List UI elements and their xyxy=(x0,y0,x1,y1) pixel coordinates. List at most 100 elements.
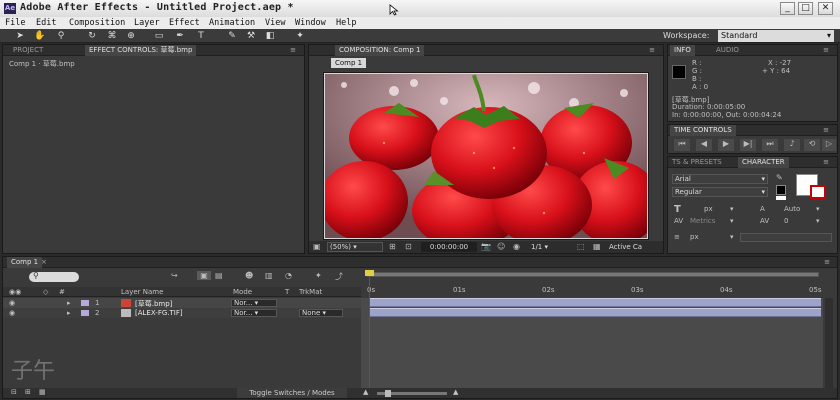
rectangle-tool-icon[interactable]: ▭ xyxy=(153,30,165,42)
menu-edit[interactable]: Edit xyxy=(36,17,56,29)
rotate-tool-icon[interactable]: ↻ xyxy=(86,30,98,42)
work-area-bar[interactable] xyxy=(367,272,819,277)
eye-icon[interactable]: ◉ xyxy=(9,309,15,317)
tab-project[interactable]: PROJECT xyxy=(9,45,47,56)
menu-animation[interactable]: Animation xyxy=(209,17,255,29)
time-menu-icon[interactable]: ≡ xyxy=(820,126,832,135)
play-icon[interactable]: ▶ xyxy=(718,139,734,151)
layer-row-1[interactable]: ◉ ▸ 1 [草莓.bmp] Nor... ▾ xyxy=(3,298,361,308)
kerning-value[interactable]: Metrics xyxy=(690,217,715,225)
zoom-slider-thumb[interactable] xyxy=(385,390,391,397)
comp-subtab[interactable]: Comp 1 xyxy=(331,58,367,68)
info-menu-icon[interactable]: ≡ xyxy=(820,46,832,55)
chevron-down-icon[interactable]: ▾ xyxy=(730,205,734,213)
stroke-width-unit[interactable]: px xyxy=(690,233,699,241)
draft-3d-icon[interactable]: ▤ xyxy=(215,271,223,280)
menu-layer[interactable]: Layer xyxy=(134,17,160,29)
tab-effects-presets[interactable]: TS & PRESETS xyxy=(668,157,726,168)
tab-time-controls[interactable]: TIME CONTROLS xyxy=(670,125,736,136)
chevron-down-icon[interactable]: ▾ xyxy=(730,217,734,225)
layer-name[interactable]: [ALEX-FG.TIF] xyxy=(135,309,183,317)
close-button[interactable]: ✕ xyxy=(818,2,833,15)
maximize-button[interactable]: □ xyxy=(798,2,813,15)
snapshot-icon[interactable]: 📷 xyxy=(481,242,491,251)
selection-tool-icon[interactable]: ➤ xyxy=(14,30,26,42)
pan-behind-tool-icon[interactable]: ⊕ xyxy=(125,30,137,42)
eraser-tool-icon[interactable]: ◧ xyxy=(264,30,276,42)
transfer-controls-icon[interactable]: ⊞ xyxy=(25,388,31,396)
stroke-color-swatch[interactable] xyxy=(810,185,826,199)
brush-tool-icon[interactable]: ✎ xyxy=(226,30,238,42)
fill-white-swatch[interactable] xyxy=(776,196,786,200)
panel-menu-icon[interactable]: ≡ xyxy=(287,46,299,55)
always-preview-icon[interactable]: ▣ xyxy=(313,242,321,251)
current-time-indicator[interactable] xyxy=(369,270,370,388)
zoom-out-icon[interactable]: ▲ xyxy=(363,388,368,396)
camera-tool-icon[interactable]: ⌘ xyxy=(106,30,118,42)
chevron-down-icon[interactable]: ▾ xyxy=(816,217,820,225)
layer-mode-select[interactable]: Nor... ▾ xyxy=(231,309,277,317)
eye-icon[interactable]: ◉ xyxy=(9,299,15,307)
stroke-black-swatch[interactable] xyxy=(776,185,786,195)
puppet-tool-icon[interactable]: ✦ xyxy=(294,30,306,42)
timeline-search-input[interactable]: ⚲ xyxy=(29,271,79,282)
last-frame-icon[interactable]: ⏭ xyxy=(762,139,778,151)
pen-tool-icon[interactable]: ✒ xyxy=(174,30,186,42)
hand-tool-icon[interactable]: ✋ xyxy=(34,30,46,42)
channel-icon[interactable]: ◉ xyxy=(513,242,520,251)
character-menu-icon[interactable]: ≡ xyxy=(820,158,832,167)
in-out-icon[interactable]: ▦ xyxy=(39,388,46,396)
menu-composition[interactable]: Composition xyxy=(69,17,125,29)
mask-icon[interactable]: ⊡ xyxy=(405,242,412,251)
trkmat-select[interactable]: None ▾ xyxy=(299,309,343,317)
hide-shy-icon[interactable]: ☻ xyxy=(245,271,253,280)
layer-mode-select[interactable]: Nor... ▾ xyxy=(231,299,277,307)
font-size-unit[interactable]: px xyxy=(704,205,713,213)
stroke-style-select[interactable] xyxy=(740,233,832,242)
menu-view[interactable]: View xyxy=(265,17,285,29)
close-tab-icon[interactable]: × xyxy=(41,258,47,266)
time-ruler[interactable]: 0s 01s 02s 03s 04s 05s xyxy=(361,270,823,298)
tab-audio[interactable]: AUDIO xyxy=(712,45,743,56)
clone-tool-icon[interactable]: ⚒ xyxy=(245,30,257,42)
loop-icon[interactable]: ⟲ xyxy=(804,139,820,151)
camera-select[interactable]: Active Ca xyxy=(609,242,663,252)
first-frame-icon[interactable]: ⏮ xyxy=(674,139,690,151)
audio-icon[interactable]: ♪ xyxy=(784,139,800,151)
tab-effect-controls[interactable]: EFFECT CONTROLS: 草莓.bmp xyxy=(85,45,197,56)
font-style-select[interactable]: Regular ▾ xyxy=(672,187,768,197)
label-color-swatch[interactable] xyxy=(81,310,89,316)
next-frame-icon[interactable]: ▶| xyxy=(740,139,756,151)
grid-icon[interactable]: ⊞ xyxy=(389,242,396,251)
menu-file[interactable]: File xyxy=(5,17,25,29)
motion-blur-icon[interactable]: ◔ xyxy=(285,271,292,280)
roi-icon[interactable]: ⬚ xyxy=(577,242,585,251)
minimize-button[interactable]: _ xyxy=(780,2,795,15)
expand-arrow-icon[interactable]: ▸ xyxy=(67,299,71,307)
timeline-vertical-scrollbar[interactable] xyxy=(825,298,833,388)
zoom-in-icon[interactable]: ▲ xyxy=(453,388,458,396)
menu-window[interactable]: Window xyxy=(295,17,326,29)
chevron-down-icon[interactable]: ▾ xyxy=(730,233,734,241)
tracking-value[interactable]: 0 xyxy=(784,217,788,225)
brainstorm-icon[interactable]: ✦ xyxy=(315,271,322,280)
eyedropper-icon[interactable]: ✎ xyxy=(776,173,783,182)
layer-2-duration-bar[interactable] xyxy=(369,308,821,317)
transparency-grid-icon[interactable]: ▦ xyxy=(593,242,601,251)
tab-character[interactable]: CHARACTER xyxy=(738,157,789,168)
comp-timecode[interactable]: 0:00:00:00 xyxy=(421,242,477,252)
comp-mini-flowchart-icon[interactable]: ↪ xyxy=(171,271,178,280)
font-family-select[interactable]: Arial ▾ xyxy=(672,174,768,184)
menu-effect[interactable]: Effect xyxy=(169,17,200,29)
comp-menu-icon[interactable]: ≡ xyxy=(646,46,658,55)
show-snapshot-icon[interactable]: ☺ xyxy=(497,242,505,251)
leading-value[interactable]: Auto xyxy=(784,205,800,213)
zoom-tool-icon[interactable]: ⚲ xyxy=(55,30,67,42)
layer-name-header[interactable]: Layer Name xyxy=(121,288,163,296)
timeline-menu-icon[interactable]: ≡ xyxy=(821,258,833,267)
menu-help[interactable]: Help xyxy=(336,17,356,29)
text-tool-icon[interactable]: T xyxy=(195,30,207,42)
label-color-swatch[interactable] xyxy=(81,300,89,306)
tab-composition[interactable]: COMPOSITION: Comp 1 xyxy=(335,45,425,56)
workspace-select[interactable]: Standard ▾ xyxy=(718,30,834,42)
